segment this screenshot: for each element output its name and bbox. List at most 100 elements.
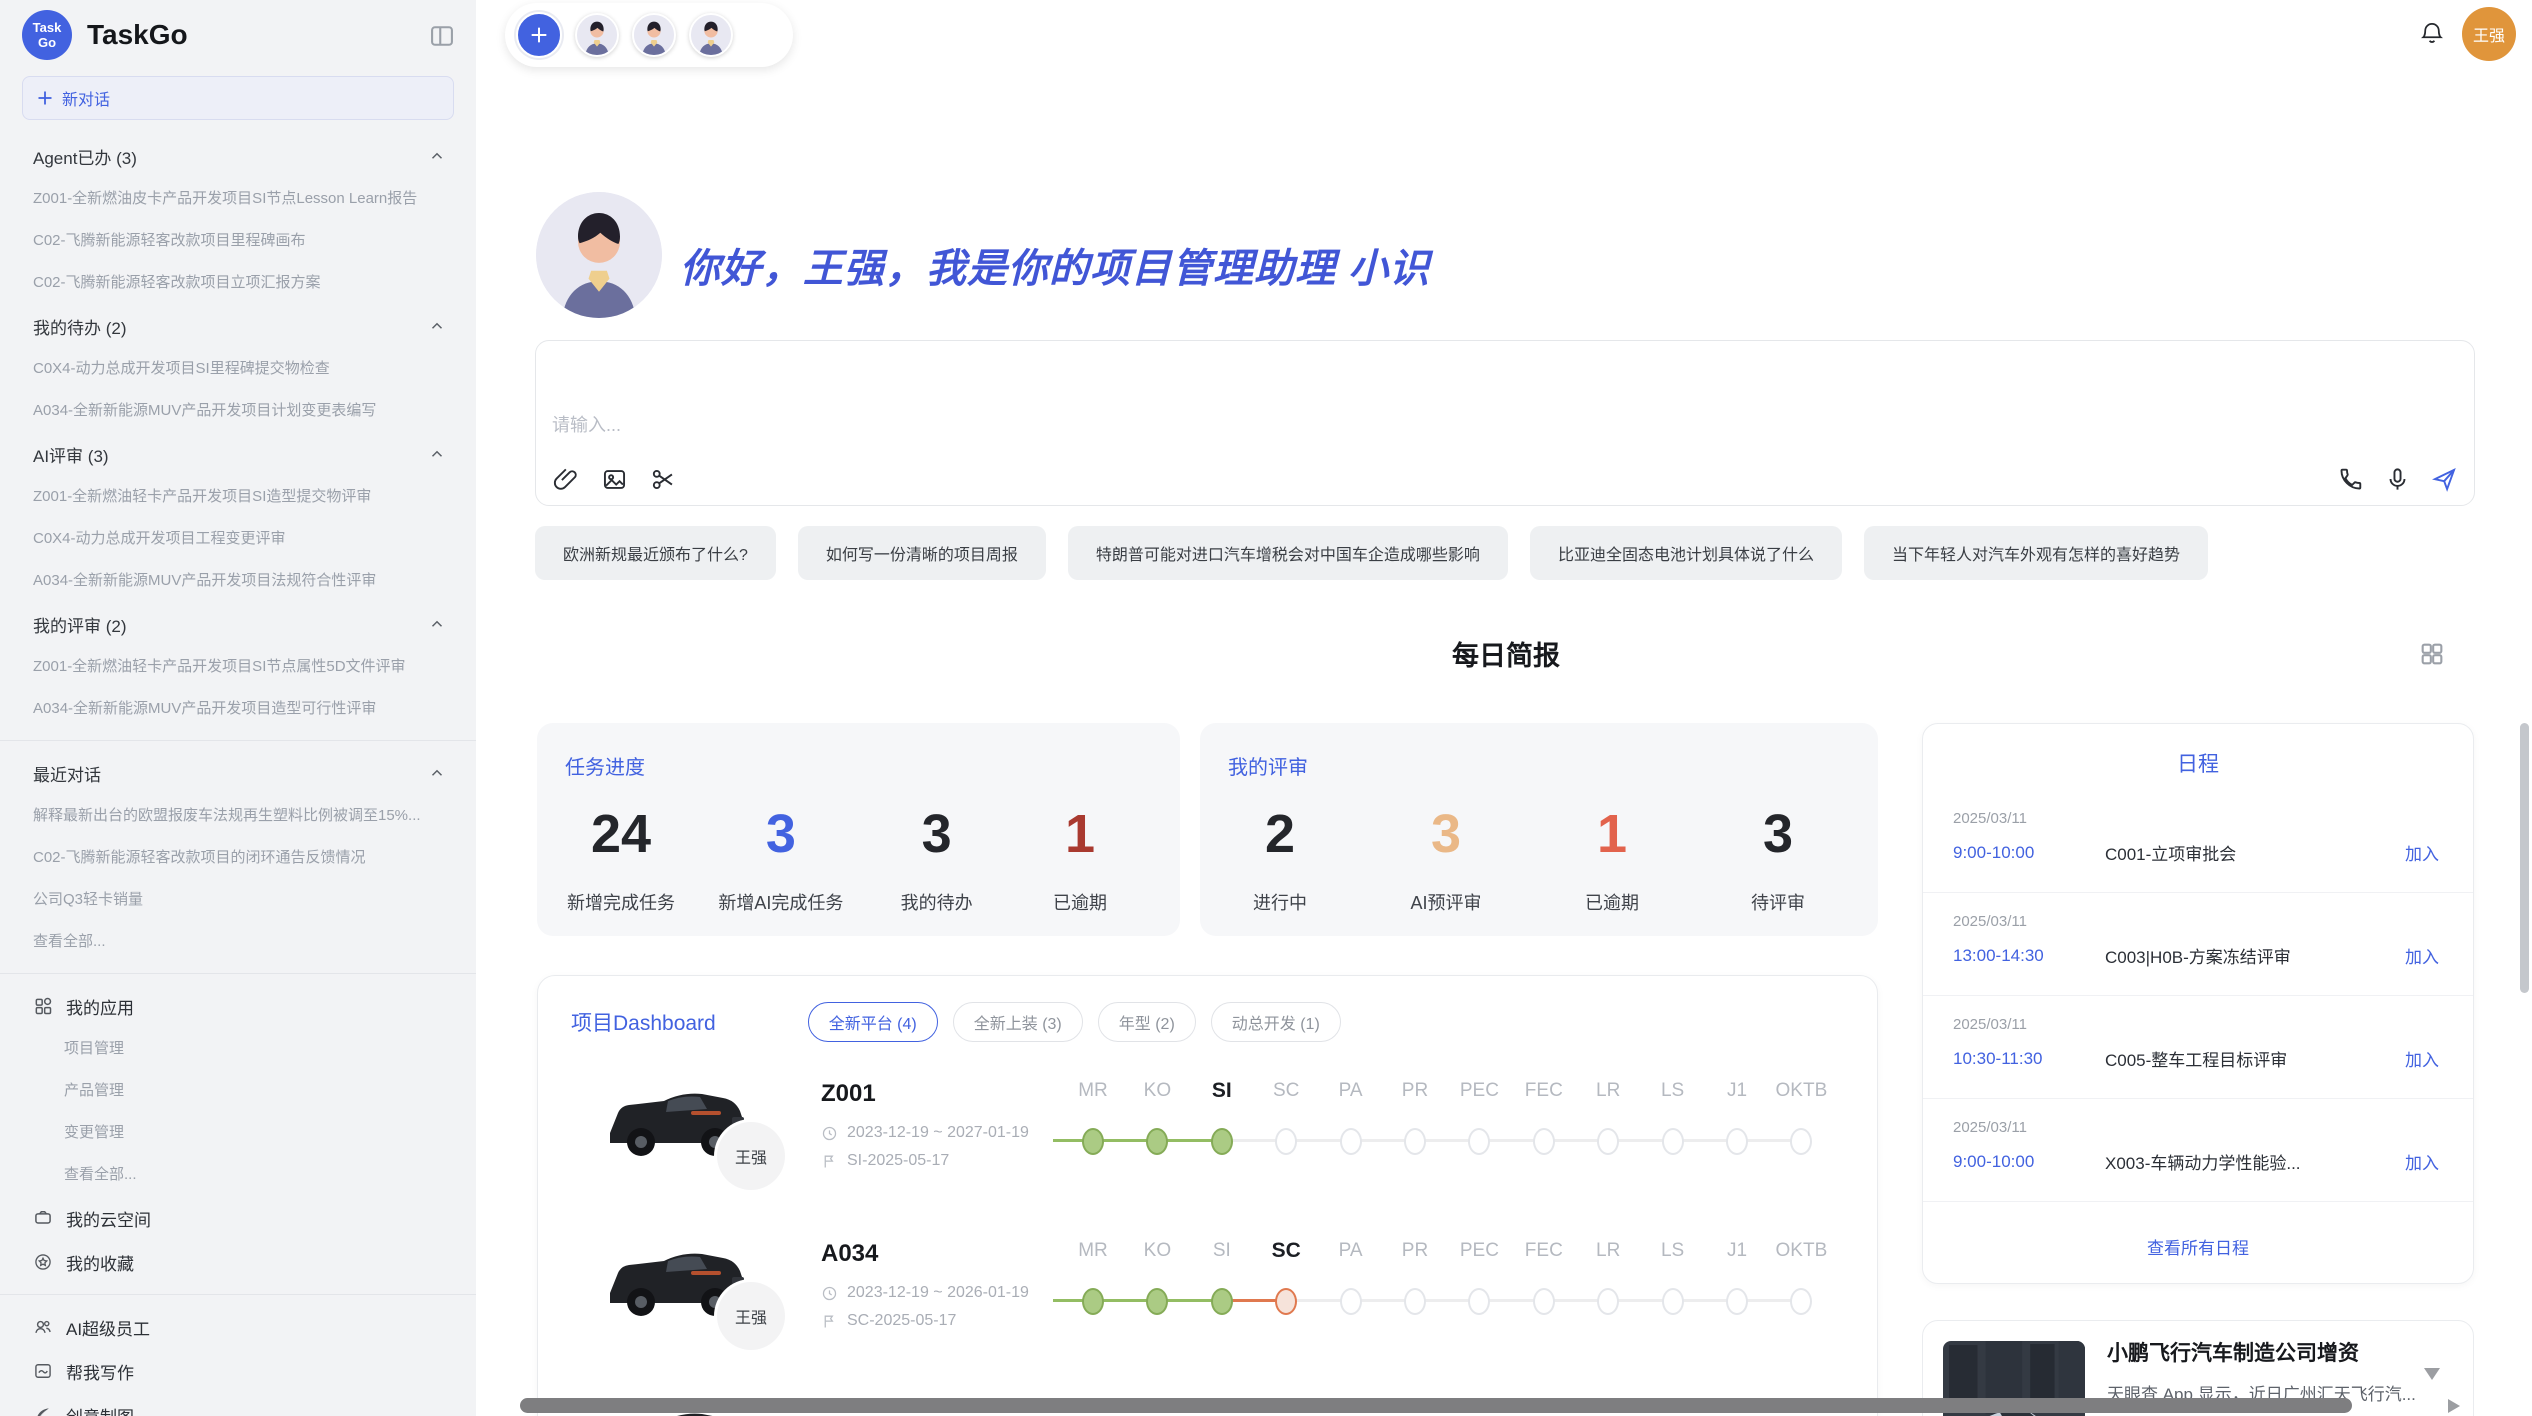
milestone-dot xyxy=(1404,1128,1426,1155)
suggestion-chip[interactable]: 欧洲新规最近颁布了什么? xyxy=(535,526,776,580)
sidebar-task-item[interactable]: A034-全新新能源MUV产品开发项目计划变更表编写 xyxy=(0,390,476,432)
chevron-up-icon[interactable] xyxy=(428,615,446,633)
filter-chip[interactable]: 年型 (2) xyxy=(1098,1002,1196,1042)
join-button[interactable]: 加入 xyxy=(2405,1149,2439,1174)
voice-call-icon[interactable] xyxy=(2337,466,2364,493)
agent-avatar[interactable] xyxy=(689,13,733,57)
plus-icon xyxy=(37,90,53,106)
sidebar-task-item[interactable]: C0X4-动力总成开发项目SI里程碑提交物检查 xyxy=(0,348,476,390)
join-button[interactable]: 加入 xyxy=(2405,1046,2439,1071)
sidebar-task-item[interactable]: A034-全新新能源MUV产品开发项目造型可行性评审 xyxy=(0,688,476,730)
join-button[interactable]: 加入 xyxy=(2405,840,2439,865)
new-chat-label: 新对话 xyxy=(62,86,110,110)
chevron-up-icon[interactable] xyxy=(428,764,446,782)
stat-value: 3 xyxy=(922,806,952,863)
briefing-title: 每日简报 xyxy=(537,634,2475,673)
recent-chat-item[interactable]: 解释最新出台的欧盟报废车法规再生塑料比例被调至15%... xyxy=(0,795,476,837)
sidebar-task-item[interactable]: C02-飞腾新能源轻客改款项目立项汇报方案 xyxy=(0,262,476,304)
sidebar-task-item[interactable]: C0X4-动力总成开发项目工程变更评审 xyxy=(0,518,476,560)
project-row[interactable]: 王强 A034 2023-12-19 ~ 2026-01-19 SC-2025-… xyxy=(538,1226,1877,1386)
sidebar-task-item[interactable]: Z001-全新燃油轻卡产品开发项目SI节点属性5D文件评审 xyxy=(0,646,476,688)
section-header[interactable]: 最近对话 xyxy=(0,751,476,795)
user-avatar[interactable]: 王强 xyxy=(2462,7,2516,61)
section-header[interactable]: Agent已办 (3) xyxy=(0,134,476,178)
section-header[interactable]: 我的评审 (2) xyxy=(0,602,476,646)
sidebar-item-favorites[interactable]: 我的收藏 xyxy=(0,1240,476,1284)
sidebar-section-apps: 我的应用 项目管理产品管理变更管理 查看全部... xyxy=(0,984,476,1196)
send-icon[interactable] xyxy=(2431,466,2458,493)
sidebar-task-item[interactable]: A034-全新新能源MUV产品开发项目法规符合性评审 xyxy=(0,560,476,602)
new-chat-button[interactable]: 新对话 xyxy=(22,76,454,120)
milestone-dot xyxy=(1211,1288,1233,1315)
project-dates: 2023-12-19 ~ 2026-01-19 xyxy=(847,1284,1029,1302)
divider xyxy=(0,740,476,741)
milestone-dot xyxy=(1468,1288,1490,1315)
milestone-pec: PEC xyxy=(1447,1076,1511,1155)
microphone-icon[interactable] xyxy=(2384,466,2411,493)
suggestion-chip[interactable]: 比亚迪全固态电池计划具体说了什么 xyxy=(1530,526,1842,580)
event-title: C005-整车工程目标评审 xyxy=(2105,1046,2405,1071)
project-info: A034 2023-12-19 ~ 2026-01-19 SC-2025-05-… xyxy=(821,1240,1029,1330)
attachment-icon[interactable] xyxy=(552,466,579,493)
image-upload-icon[interactable] xyxy=(601,466,628,493)
section-title: 我的待办 (2) xyxy=(33,314,127,339)
app-link[interactable]: 项目管理 xyxy=(0,1028,476,1070)
filter-chip[interactable]: 动总开发 (1) xyxy=(1211,1002,1341,1042)
sidebar-section-my-todo: 我的待办 (2) C0X4-动力总成开发项目SI里程碑提交物检查A034-全新新… xyxy=(0,304,476,432)
agent-avatar[interactable] xyxy=(632,13,676,57)
horizontal-scrollbar-thumb[interactable] xyxy=(520,1398,2352,1413)
stat-label: 已逾期 xyxy=(1053,889,1107,915)
suggestion-chip[interactable]: 特朗普可能对进口汽车增税会对中国车企造成哪些影响 xyxy=(1068,526,1508,580)
ai-employee-label: AI超级员工 xyxy=(66,1315,150,1340)
sidebar-task-item[interactable]: Z001-全新燃油轻卡产品开发项目SI造型提交物评审 xyxy=(0,476,476,518)
stat-value: 1 xyxy=(1065,806,1095,863)
suggestion-chip[interactable]: 当下年轻人对汽车外观有怎样的喜好趋势 xyxy=(1864,526,2208,580)
join-button[interactable]: 加入 xyxy=(2405,943,2439,968)
recent-view-all[interactable]: 查看全部... xyxy=(0,921,476,963)
sidebar-collapse-icon[interactable] xyxy=(428,22,456,48)
chat-input[interactable]: 请输入... xyxy=(535,340,2475,506)
scroll-right-arrow[interactable] xyxy=(2448,1399,2460,1413)
notifications-bell-icon[interactable] xyxy=(2418,19,2446,47)
section-title: Agent已办 (3) xyxy=(33,144,137,169)
milestone-sc: SC xyxy=(1254,1236,1318,1315)
schedule-card: 日程 2025/03/11 9:00-10:00 C001-立项审批会 加入 2… xyxy=(1922,723,2474,1284)
sidebar-item-cloud-space[interactable]: 我的云空间 xyxy=(0,1196,476,1240)
section-header[interactable]: 我的待办 (2) xyxy=(0,304,476,348)
add-session-button[interactable] xyxy=(516,12,562,58)
vertical-scrollbar-thumb[interactable] xyxy=(2520,723,2529,993)
sidebar-section-recent: 最近对话 解释最新出台的欧盟报废车法规再生塑料比例被调至15%...C02-飞腾… xyxy=(0,751,476,963)
sidebar-item-my-apps[interactable]: 我的应用 xyxy=(0,984,476,1028)
milestone-dot xyxy=(1726,1288,1748,1315)
chevron-up-icon[interactable] xyxy=(428,147,446,165)
filter-chip[interactable]: 全新上装 (3) xyxy=(953,1002,1083,1042)
sidebar-task-item[interactable]: Z001-全新燃油皮卡产品开发项目SI节点Lesson Learn报告 xyxy=(0,178,476,220)
sidebar-task-item[interactable]: C02-飞腾新能源轻客改款项目里程碑画布 xyxy=(0,220,476,262)
filter-chip[interactable]: 全新平台 (4) xyxy=(808,1002,938,1042)
chevron-up-icon[interactable] xyxy=(428,445,446,463)
layout-grid-icon[interactable] xyxy=(2418,640,2446,668)
scroll-down-arrow[interactable] xyxy=(2424,1368,2440,1380)
creative-draw-label: 创意制图 xyxy=(66,1403,134,1416)
view-all-schedule-link[interactable]: 查看所有日程 xyxy=(1923,1234,2473,1259)
scissors-icon[interactable] xyxy=(650,466,677,493)
chat-input-placeholder: 请输入... xyxy=(552,411,621,437)
recent-chat-item[interactable]: 公司Q3轻卡销量 xyxy=(0,879,476,921)
sidebar-section-ai-review: AI评审 (3) Z001-全新燃油轻卡产品开发项目SI造型提交物评审C0X4-… xyxy=(0,432,476,602)
milestone-mr: MR xyxy=(1061,1076,1125,1155)
sidebar-item-ai-employee[interactable]: AI超级员工 xyxy=(0,1305,476,1349)
recent-chat-item[interactable]: C02-飞腾新能源轻客改款项目的闭环通告反馈情况 xyxy=(0,837,476,879)
chevron-up-icon[interactable] xyxy=(428,317,446,335)
suggestion-chip[interactable]: 如何写一份清晰的项目周报 xyxy=(798,526,1046,580)
app-link[interactable]: 产品管理 xyxy=(0,1070,476,1112)
sidebar-item-creative-draw[interactable]: 创意制图 xyxy=(0,1393,476,1416)
my-review-card: 我的评审 2进行中3AI预评审1已逾期3待评审 xyxy=(1200,723,1878,936)
milestone-dot xyxy=(1662,1288,1684,1315)
apps-view-all[interactable]: 查看全部... xyxy=(0,1154,476,1196)
project-row[interactable]: 王强 Z001 2023-12-19 ~ 2027-01-19 SI-2025-… xyxy=(538,1066,1877,1226)
app-link[interactable]: 变更管理 xyxy=(0,1112,476,1154)
section-header[interactable]: AI评审 (3) xyxy=(0,432,476,476)
apps-grid-icon xyxy=(33,996,53,1016)
sidebar-item-help-write[interactable]: 帮我写作 xyxy=(0,1349,476,1393)
agent-avatar[interactable] xyxy=(575,13,619,57)
